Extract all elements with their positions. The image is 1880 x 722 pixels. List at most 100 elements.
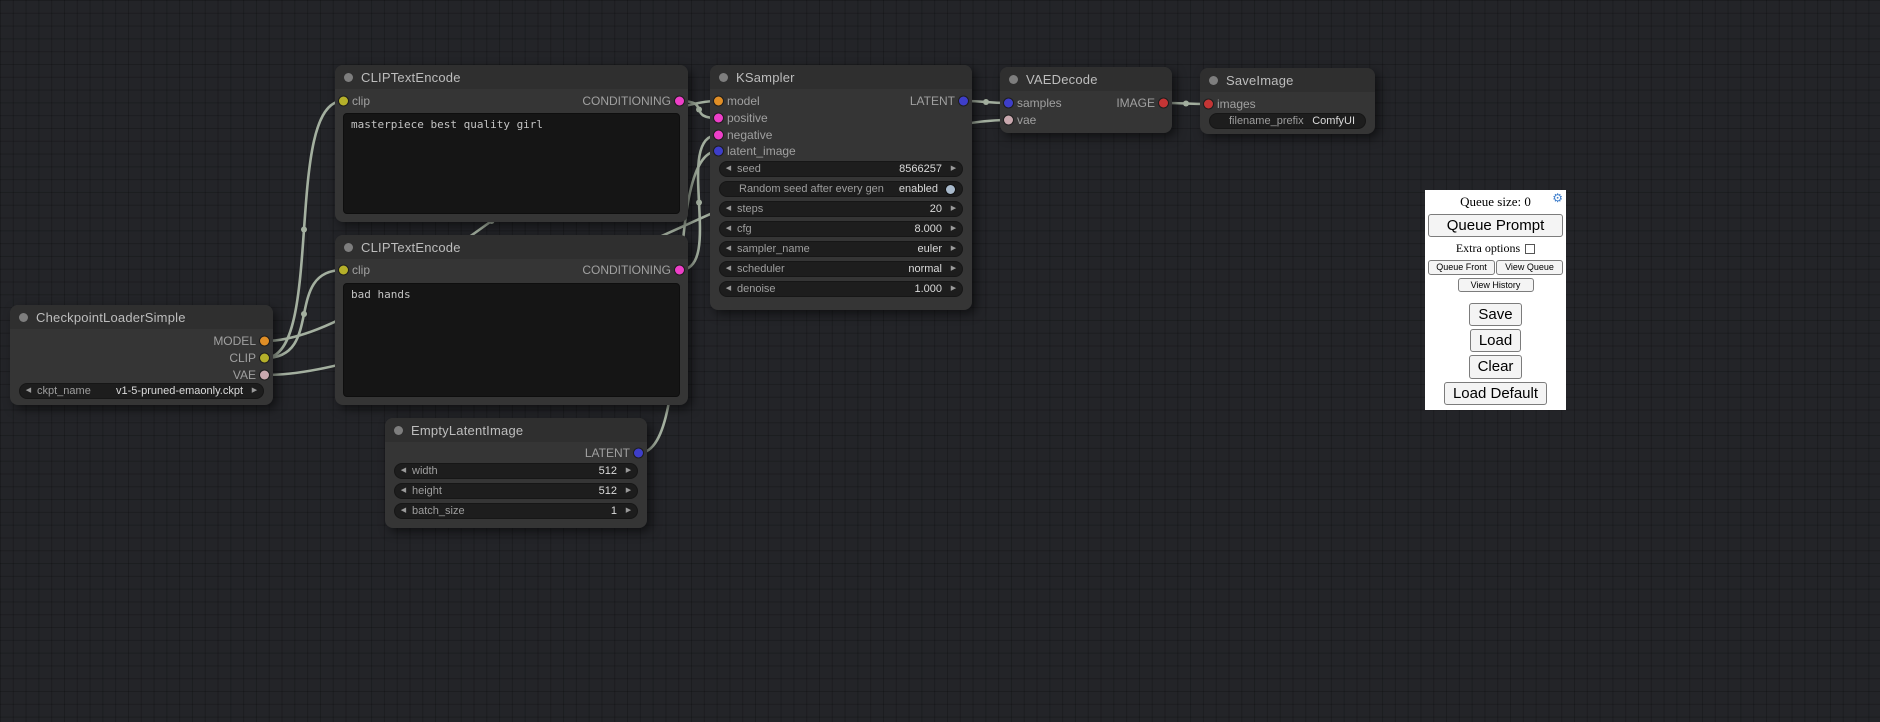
node-saveimage[interactable]: SaveImage images filename_prefix ComfyUI bbox=[1200, 68, 1375, 134]
widget-name: ckpt_name bbox=[37, 385, 116, 397]
output-port-latent[interactable] bbox=[634, 449, 643, 458]
graph-canvas[interactable]: { "app": {"name": "ComfyUI"}, "colors": … bbox=[0, 0, 1880, 722]
widget-denoise[interactable]: ◀ denoise 1.000 ▶ bbox=[719, 281, 963, 297]
increment-arrow-icon[interactable]: ▶ bbox=[945, 282, 962, 296]
node-title-bar[interactable]: EmptyLatentImage bbox=[385, 418, 647, 442]
node-vaedecode[interactable]: VAEDecode samples IMAGE vae bbox=[1000, 67, 1172, 133]
load-button[interactable]: Load bbox=[1470, 329, 1521, 352]
input-port-positive[interactable] bbox=[714, 114, 723, 123]
decrement-arrow-icon[interactable]: ◀ bbox=[720, 202, 737, 216]
menu-header: Queue size: 0 ⚙ bbox=[1428, 192, 1563, 211]
widget-seed[interactable]: ◀ seed 8566257 ▶ bbox=[719, 161, 963, 177]
node-collapse-dot[interactable] bbox=[1209, 76, 1218, 85]
widget-width[interactable]: ◀ width 512 ▶ bbox=[394, 463, 638, 479]
slot-row: images bbox=[1200, 96, 1375, 112]
input-port-latent-image[interactable] bbox=[714, 147, 723, 156]
prompt-textarea[interactable]: bad hands bbox=[343, 283, 680, 397]
node-title-bar[interactable]: VAEDecode bbox=[1000, 67, 1172, 91]
settings-gear-icon[interactable]: ⚙ bbox=[1552, 192, 1563, 204]
node-title-bar[interactable]: CLIPTextEncode bbox=[335, 65, 688, 89]
output-port-conditioning[interactable] bbox=[675, 97, 684, 106]
increment-arrow-icon[interactable]: ▶ bbox=[945, 242, 962, 256]
output-label: IMAGE bbox=[1116, 96, 1155, 110]
prompt-textarea[interactable]: masterpiece best quality girl bbox=[343, 113, 680, 214]
widget-cfg[interactable]: ◀ cfg 8.000 ▶ bbox=[719, 221, 963, 237]
save-button[interactable]: Save bbox=[1469, 303, 1521, 326]
increment-arrow-icon[interactable]: ▶ bbox=[945, 162, 962, 176]
decrement-arrow-icon[interactable]: ◀ bbox=[720, 282, 737, 296]
decrement-arrow-icon[interactable]: ◀ bbox=[720, 162, 737, 176]
node-title-bar[interactable]: SaveImage bbox=[1200, 68, 1375, 92]
widget-random-seed-toggle[interactable]: Random seed after every gen enabled bbox=[719, 181, 963, 197]
view-history-button[interactable]: View History bbox=[1458, 278, 1534, 292]
node-collapse-dot[interactable] bbox=[394, 426, 403, 435]
slot-row: LATENT bbox=[385, 445, 647, 461]
extra-options-checkbox[interactable] bbox=[1525, 244, 1535, 254]
widget-scheduler[interactable]: ◀ scheduler normal ▶ bbox=[719, 261, 963, 277]
node-cliptextencode-negative[interactable]: CLIPTextEncode clip CONDITIONING bad han… bbox=[335, 235, 688, 405]
widget-ckpt-name[interactable]: ◀ ckpt_name v1-5-pruned-emaonly.ckpt ▶ bbox=[19, 383, 264, 399]
node-collapse-dot[interactable] bbox=[344, 243, 353, 252]
decrement-arrow-icon[interactable]: ◀ bbox=[720, 242, 737, 256]
node-title: KSampler bbox=[736, 70, 795, 85]
node-title-bar[interactable]: KSampler bbox=[710, 65, 972, 89]
widget-height[interactable]: ◀ height 512 ▶ bbox=[394, 483, 638, 499]
increment-arrow-icon[interactable]: ▶ bbox=[620, 504, 637, 518]
decrement-arrow-icon[interactable]: ◀ bbox=[720, 262, 737, 276]
node-ksampler[interactable]: KSampler model LATENT positive negative … bbox=[710, 65, 972, 310]
node-collapse-dot[interactable] bbox=[719, 73, 728, 82]
load-default-button[interactable]: Load Default bbox=[1444, 382, 1547, 405]
clear-button[interactable]: Clear bbox=[1469, 355, 1523, 378]
output-port-clip[interactable] bbox=[260, 354, 269, 363]
decrement-arrow-icon[interactable]: ◀ bbox=[20, 384, 37, 398]
decrement-arrow-icon[interactable]: ◀ bbox=[395, 464, 412, 478]
link-midpoint-dot bbox=[1183, 101, 1189, 107]
widget-steps[interactable]: ◀ steps 20 ▶ bbox=[719, 201, 963, 217]
input-port-model[interactable] bbox=[714, 97, 723, 106]
node-collapse-dot[interactable] bbox=[19, 313, 28, 322]
node-title: CLIPTextEncode bbox=[361, 70, 461, 85]
queue-prompt-button[interactable]: Queue Prompt bbox=[1428, 214, 1563, 237]
slot-row: negative bbox=[710, 127, 972, 143]
widget-name: height bbox=[412, 485, 599, 497]
increment-arrow-icon[interactable]: ▶ bbox=[945, 202, 962, 216]
widget-filename-prefix[interactable]: filename_prefix ComfyUI bbox=[1209, 113, 1366, 129]
widget-sampler-name[interactable]: ◀ sampler_name euler ▶ bbox=[719, 241, 963, 257]
increment-arrow-icon[interactable]: ▶ bbox=[620, 464, 637, 478]
widget-name: steps bbox=[737, 203, 930, 215]
view-queue-button[interactable]: View Queue bbox=[1496, 260, 1563, 274]
node-emptylatentimage[interactable]: EmptyLatentImage LATENT ◀ width 512 ▶ ◀ … bbox=[385, 418, 647, 528]
node-collapse-dot[interactable] bbox=[1009, 75, 1018, 84]
node-title-bar[interactable]: CLIPTextEncode bbox=[335, 235, 688, 259]
input-port-clip[interactable] bbox=[339, 266, 348, 275]
input-port-samples[interactable] bbox=[1004, 99, 1013, 108]
node-checkpointloadersimple[interactable]: CheckpointLoaderSimple MODEL CLIP VAE ◀ … bbox=[10, 305, 273, 405]
output-port-vae[interactable] bbox=[260, 371, 269, 380]
queue-front-button[interactable]: Queue Front bbox=[1428, 260, 1495, 274]
widget-batch-size[interactable]: ◀ batch_size 1 ▶ bbox=[394, 503, 638, 519]
input-label: model bbox=[727, 94, 760, 108]
input-port-clip[interactable] bbox=[339, 97, 348, 106]
decrement-arrow-icon[interactable]: ◀ bbox=[720, 222, 737, 236]
output-label: LATENT bbox=[910, 94, 955, 108]
slot-row: samples IMAGE bbox=[1000, 95, 1172, 111]
output-port-conditioning[interactable] bbox=[675, 266, 684, 275]
decrement-arrow-icon[interactable]: ◀ bbox=[395, 484, 412, 498]
output-port-latent[interactable] bbox=[959, 97, 968, 106]
input-port-vae[interactable] bbox=[1004, 116, 1013, 125]
input-port-images[interactable] bbox=[1204, 100, 1213, 109]
increment-arrow-icon[interactable]: ▶ bbox=[945, 262, 962, 276]
increment-arrow-icon[interactable]: ▶ bbox=[945, 222, 962, 236]
node-title: EmptyLatentImage bbox=[411, 423, 523, 438]
toggle-on-indicator[interactable] bbox=[946, 185, 955, 194]
slot-row: positive bbox=[710, 110, 972, 126]
decrement-arrow-icon[interactable]: ◀ bbox=[395, 504, 412, 518]
node-title-bar[interactable]: CheckpointLoaderSimple bbox=[10, 305, 273, 329]
output-port-model[interactable] bbox=[260, 337, 269, 346]
input-port-negative[interactable] bbox=[714, 131, 723, 140]
node-collapse-dot[interactable] bbox=[344, 73, 353, 82]
increment-arrow-icon[interactable]: ▶ bbox=[246, 384, 263, 398]
increment-arrow-icon[interactable]: ▶ bbox=[620, 484, 637, 498]
node-cliptextencode-positive[interactable]: CLIPTextEncode clip CONDITIONING masterp… bbox=[335, 65, 688, 222]
output-port-image[interactable] bbox=[1159, 99, 1168, 108]
